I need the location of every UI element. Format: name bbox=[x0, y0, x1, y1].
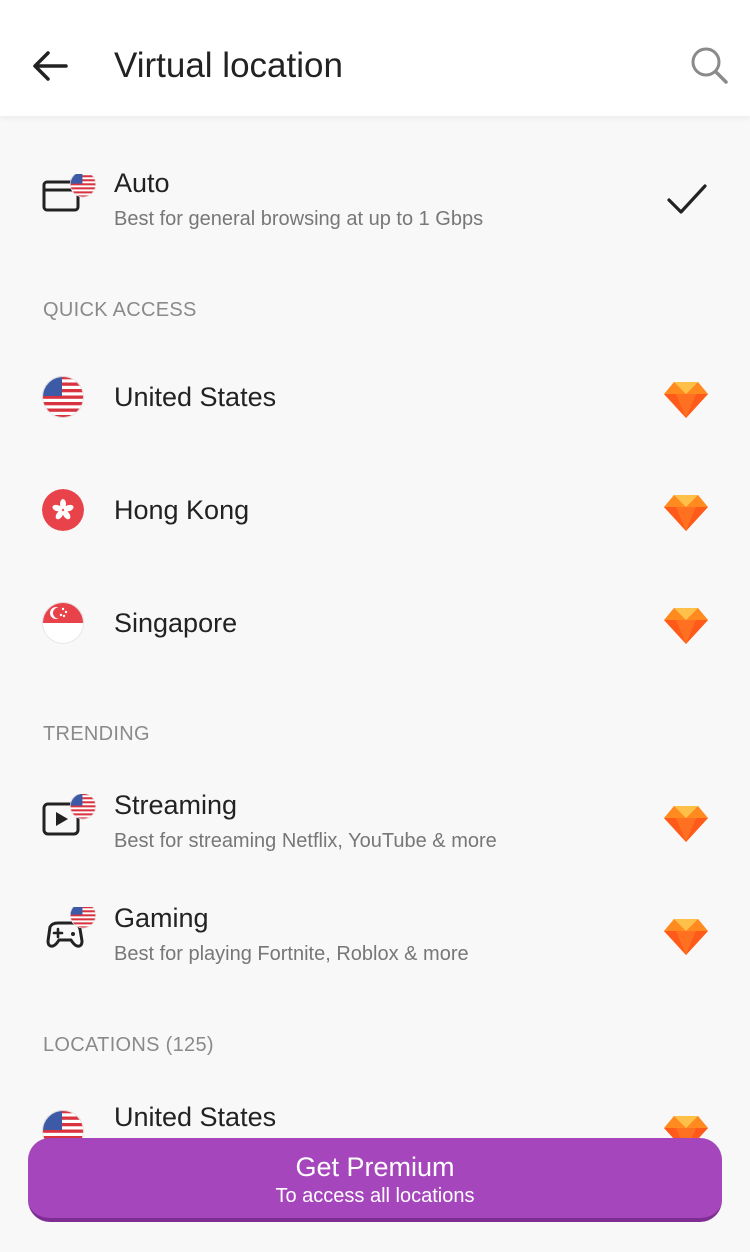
premium-button-title: Get Premium bbox=[295, 1152, 455, 1182]
us-flag-icon bbox=[42, 376, 84, 418]
location-name: Singapore bbox=[114, 608, 238, 638]
premium-diamond-icon bbox=[664, 495, 708, 531]
location-name: United States bbox=[114, 382, 277, 412]
checkmark-icon bbox=[667, 184, 707, 214]
browser-window-icon bbox=[42, 174, 102, 212]
arrow-left-icon bbox=[33, 51, 68, 81]
location-name: United States bbox=[114, 1102, 277, 1132]
gamepad-icon bbox=[46, 907, 102, 948]
streaming-icon bbox=[42, 794, 102, 836]
trending-subtitle: Best for playing Fortnite, Roblox & more bbox=[114, 943, 469, 965]
premium-diamond-icon bbox=[664, 382, 708, 418]
location-name: Hong Kong bbox=[114, 495, 250, 525]
auto-location-row[interactable]: Auto Best for general browsing at up to … bbox=[0, 150, 750, 260]
section-header-quick-access: QUICK ACCESS bbox=[43, 299, 197, 321]
premium-diamond-icon bbox=[664, 608, 708, 644]
trending-title: Gaming bbox=[114, 903, 209, 933]
section-header-locations: LOCATIONS (125) bbox=[43, 1034, 214, 1056]
get-premium-button[interactable]: Get Premium To access all locations bbox=[28, 1138, 722, 1222]
search-icon bbox=[691, 47, 728, 84]
app-bar: Virtual location bbox=[0, 0, 750, 116]
auto-subtitle: Best for general browsing at up to 1 Gbp… bbox=[114, 208, 484, 230]
trending-subtitle: Best for streaming Netflix, YouTube & mo… bbox=[114, 830, 497, 852]
premium-button-subtitle: To access all locations bbox=[275, 1185, 475, 1207]
premium-diamond-icon bbox=[664, 919, 708, 955]
trending-item-gaming[interactable]: Gaming Best for playing Fortnite, Roblox… bbox=[0, 885, 750, 995]
back-button[interactable] bbox=[28, 44, 72, 88]
hk-flag-icon bbox=[42, 489, 84, 531]
auto-title: Auto bbox=[114, 168, 170, 198]
quick-access-item-singapore[interactable]: Singapore bbox=[0, 576, 750, 672]
trending-item-streaming[interactable]: Streaming Best for streaming Netflix, Yo… bbox=[0, 772, 750, 882]
sg-flag-icon bbox=[42, 602, 84, 644]
quick-access-item-united-states[interactable]: United States bbox=[0, 350, 750, 446]
page-title: Virtual location bbox=[114, 46, 343, 85]
premium-diamond-icon bbox=[664, 806, 708, 842]
section-header-trending: TRENDING bbox=[43, 723, 150, 745]
selected-check bbox=[666, 182, 708, 223]
quick-access-item-hong-kong[interactable]: Hong Kong bbox=[0, 463, 750, 559]
trending-title: Streaming bbox=[114, 790, 238, 820]
search-button[interactable] bbox=[688, 44, 730, 86]
